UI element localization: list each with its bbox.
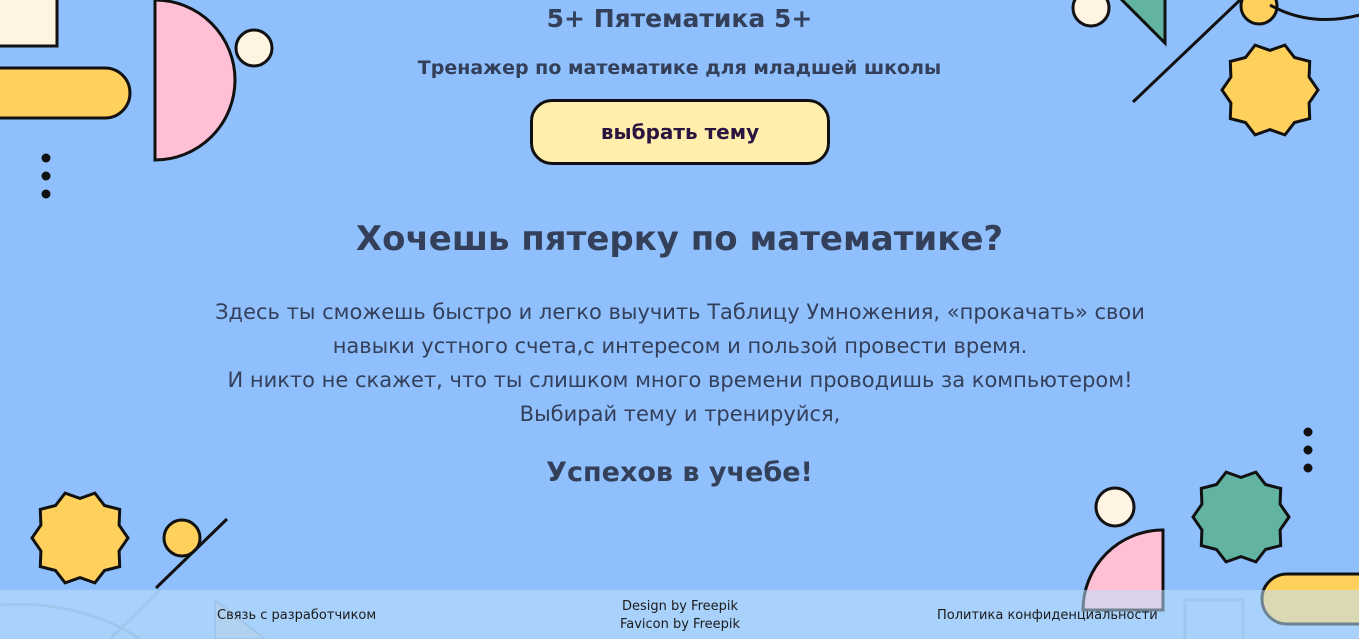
description-line: Здесь ты сможешь быстро и легко выучить … (215, 300, 1145, 324)
yellow-star-badge-shape-bottom (30, 491, 130, 585)
contact-developer-link[interactable]: Связь с разработчиком (217, 608, 376, 623)
privacy-policy-link[interactable]: Политика конфиденциальности (937, 608, 1158, 623)
description: Здесь ты сможешь быстро и легко выучить … (120, 295, 1240, 431)
favicon-credit-link[interactable]: Favicon by Freepik (580, 616, 780, 634)
cream-circle-shape-bottom (1094, 486, 1136, 528)
description-line: Выбирай тему и тренируйся, (519, 402, 841, 426)
success-wish: Успехов в учебе! (546, 457, 813, 488)
site-title: 5+ Пятематика 5+ (546, 4, 813, 33)
page-headline: Хочешь пятерку по математике? (355, 219, 1004, 259)
dots-icon (41, 153, 51, 199)
credits: Design by Freepik Favicon by Freepik (580, 598, 780, 634)
footer: Связь с разработчиком Design by Freepik … (0, 590, 1359, 639)
description-line: И никто не скажет, что ты слишком много … (227, 368, 1133, 392)
design-credit-link[interactable]: Design by Freepik (580, 598, 780, 616)
description-line: навыки устного счета,с интересом и польз… (332, 334, 1028, 358)
site-subtitle: Тренажер по математике для младшей школы (417, 57, 942, 79)
choose-topic-button[interactable]: выбрать тему (530, 99, 830, 165)
yellow-circle-shape (162, 518, 202, 558)
diagonal-line-shape-bottom (154, 517, 229, 590)
